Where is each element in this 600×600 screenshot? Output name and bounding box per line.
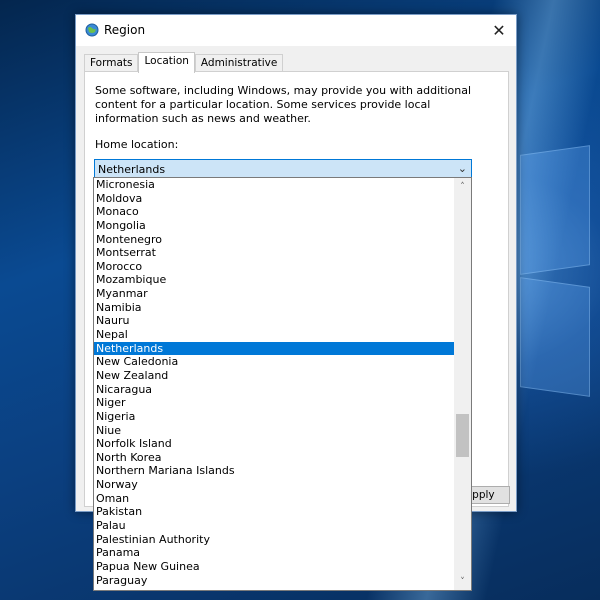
dropdown-option[interactable]: New Zealand bbox=[94, 369, 456, 383]
dropdown-option[interactable]: Niger bbox=[94, 396, 456, 410]
window-title: Region bbox=[104, 23, 146, 37]
dropdown-option[interactable]: Norfolk Island bbox=[94, 437, 456, 451]
home-location-dropdown[interactable]: Micronesia Moldova Monaco Mongolia Montenegr… bbox=[93, 177, 472, 591]
dropdown-option[interactable]: Netherlands bbox=[94, 341, 456, 356]
dropdown-option[interactable]: North Korea bbox=[94, 451, 456, 465]
dropdown-option[interactable]: Montserrat bbox=[94, 246, 456, 260]
home-location-label: Home location: bbox=[95, 138, 179, 151]
dropdown-list: Micronesia Moldova Monaco Mongolia Montenegr… bbox=[94, 178, 456, 587]
scroll-up-arrow-icon[interactable]: ˄ bbox=[454, 178, 471, 195]
dropdown-option[interactable]: Montenegro bbox=[94, 233, 456, 247]
dropdown-option[interactable]: Paraguay bbox=[94, 574, 456, 588]
title-bar[interactable]: Region ✕ bbox=[76, 15, 516, 46]
dropdown-option[interactable]: Oman bbox=[94, 492, 456, 506]
location-description: Some software, including Windows, may pr… bbox=[95, 84, 472, 125]
home-location-value: Netherlands bbox=[98, 163, 166, 176]
dropdown-option[interactable]: Pakistan bbox=[94, 505, 456, 519]
dropdown-option[interactable]: Myanmar bbox=[94, 287, 456, 301]
dropdown-option[interactable]: Papua New Guinea bbox=[94, 560, 456, 574]
tab-bar: Formats Location Administrative bbox=[84, 52, 284, 73]
dropdown-scrollbar[interactable]: ˄ ˅ bbox=[454, 178, 471, 590]
dropdown-option[interactable]: Micronesia bbox=[94, 178, 456, 192]
dropdown-option[interactable]: Mongolia bbox=[94, 219, 456, 233]
dropdown-option[interactable]: Namibia bbox=[94, 301, 456, 315]
dropdown-option[interactable]: Monaco bbox=[94, 205, 456, 219]
dropdown-option[interactable]: Nepal bbox=[94, 328, 456, 342]
dropdown-option[interactable]: Panama bbox=[94, 546, 456, 560]
close-icon: ✕ bbox=[492, 21, 506, 40]
dropdown-option[interactable]: Norway bbox=[94, 478, 456, 492]
windows-logo-pane bbox=[520, 277, 590, 397]
dropdown-option[interactable]: Mozambique bbox=[94, 273, 456, 287]
scroll-thumb[interactable] bbox=[456, 414, 469, 457]
dropdown-option[interactable]: Moldova bbox=[94, 192, 456, 206]
dropdown-option[interactable]: Morocco bbox=[94, 260, 456, 274]
dropdown-option[interactable]: Northern Mariana Islands bbox=[94, 464, 456, 478]
dropdown-option[interactable]: New Caledonia bbox=[94, 355, 456, 369]
dropdown-option[interactable]: Palestinian Authority bbox=[94, 533, 456, 547]
tab-location[interactable]: Location bbox=[138, 52, 195, 73]
scroll-down-arrow-icon[interactable]: ˅ bbox=[454, 573, 471, 590]
dropdown-option[interactable]: Nauru bbox=[94, 314, 456, 328]
dropdown-option[interactable]: Nicaragua bbox=[94, 383, 456, 397]
chevron-down-icon: ⌄ bbox=[457, 162, 467, 175]
dropdown-option[interactable]: Nigeria bbox=[94, 410, 456, 424]
dropdown-option[interactable]: Niue bbox=[94, 424, 456, 438]
dropdown-option[interactable]: Palau bbox=[94, 519, 456, 533]
globe-region-icon bbox=[85, 23, 99, 37]
close-button[interactable]: ✕ bbox=[482, 15, 516, 46]
windows-logo-pane bbox=[520, 145, 590, 275]
